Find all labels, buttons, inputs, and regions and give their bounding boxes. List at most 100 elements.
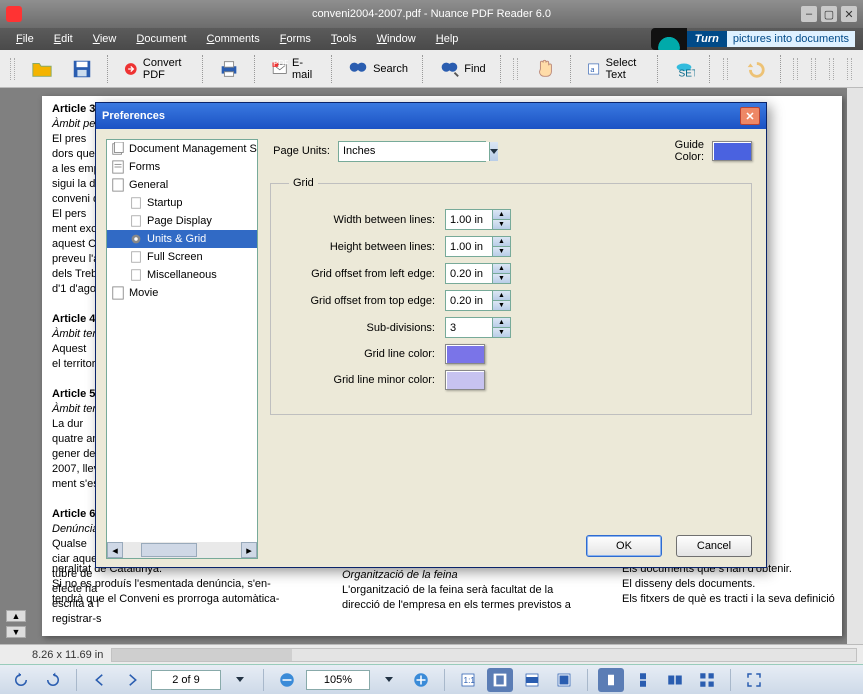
next-page-button[interactable] [119,668,145,692]
continuous-button[interactable] [630,668,656,692]
menu-file[interactable]: File [8,31,42,47]
dialog-titlebar[interactable]: Preferences ✕ [96,103,766,129]
toolbar-grip[interactable] [829,58,835,80]
promo-turn: Turn [687,31,727,47]
minimize-button[interactable]: – [801,6,817,22]
rotate-ccw-button[interactable] [8,668,34,692]
spin-down-icon[interactable]: ▼ [493,328,510,337]
zoom-in-button[interactable] [408,668,434,692]
window-title: conveni2004-2007.pdf - Nuance PDF Reader… [312,8,551,20]
menu-forms[interactable]: Forms [272,31,319,47]
category-page-display[interactable]: Page Display [107,212,257,230]
zoom-input[interactable] [306,670,370,690]
menu-tools[interactable]: Tools [323,31,365,47]
save-button[interactable] [64,54,100,84]
promo-banner[interactable]: Turn pictures into documents [651,28,855,50]
toolbar-grip[interactable] [811,58,817,80]
toolbar-grip[interactable] [847,58,853,80]
menu-bar: File Edit View Document Comments Forms T… [0,28,863,50]
menu-window[interactable]: Window [369,31,424,47]
spin-down-icon[interactable]: ▼ [493,301,510,310]
doc-heading: Article 6 [52,508,95,520]
spin-down-icon[interactable]: ▼ [493,274,510,283]
page-dropdown-button[interactable] [227,668,253,692]
category-document-management[interactable]: Document Management S [107,140,257,158]
print-button[interactable] [211,54,247,84]
category-forms[interactable]: Forms [107,158,257,176]
next-view-arrow-icon[interactable]: ▼ [6,626,26,638]
open-button[interactable] [24,54,60,84]
toolbar-grip[interactable] [513,58,519,80]
scroll-right-icon[interactable]: ▸ [241,542,257,558]
zoom-out-button[interactable] [274,668,300,692]
spin-up-icon[interactable]: ▲ [493,210,510,220]
page-number-input[interactable] [151,670,221,690]
facing-button[interactable] [662,668,688,692]
guide-color-swatch[interactable] [712,141,752,161]
actual-size-button[interactable]: 1:1 [455,668,481,692]
select-text-label: Select Text [606,57,643,81]
category-units-grid[interactable]: Units & Grid [107,230,257,248]
find-button[interactable]: Find [431,54,492,84]
email-button[interactable]: PDFE-mail [264,53,324,85]
scroll-left-icon[interactable]: ◂ [107,542,123,558]
spin-down-icon[interactable]: ▼ [493,247,510,256]
rotate-cw-button[interactable] [40,668,66,692]
top-offset-label: Grid offset from top edge: [289,295,435,307]
prev-page-button[interactable] [87,668,113,692]
cancel-button[interactable]: Cancel [676,535,752,557]
fit-width-button[interactable] [519,668,545,692]
page-units-combo[interactable] [338,141,486,162]
left-offset-spinner[interactable]: ▲▼ [445,263,511,284]
width-spinner[interactable]: ▲▼ [445,209,511,230]
category-startup[interactable]: Startup [107,194,257,212]
category-movie[interactable]: Movie [107,284,257,302]
close-button[interactable]: ✕ [841,6,857,22]
category-miscellaneous[interactable]: Miscellaneous [107,266,257,284]
category-hscrollbar[interactable]: ◂ ▸ [107,542,257,558]
grid-minor-color-swatch[interactable] [445,370,485,390]
height-spinner[interactable]: ▲▼ [445,236,511,257]
ok-button[interactable]: OK [586,535,662,557]
search-button[interactable]: Search [340,54,415,84]
toolbar-grip[interactable] [793,58,799,80]
select-text-button[interactable]: aSelect Text [579,53,650,85]
dropdown-icon[interactable] [489,142,498,161]
vertical-scrollbar[interactable] [847,88,863,644]
dialog-close-button[interactable]: ✕ [740,107,760,125]
width-label: Width between lines: [289,214,435,226]
set-button[interactable]: SET [666,54,702,84]
maximize-button[interactable]: ▢ [821,6,837,22]
fit-page-button[interactable] [487,668,513,692]
page-units-value[interactable] [339,142,489,161]
menu-edit[interactable]: Edit [46,31,81,47]
menu-help[interactable]: Help [428,31,467,47]
top-offset-spinner[interactable]: ▲▼ [445,290,511,311]
continuous-facing-button[interactable] [694,668,720,692]
toolbar-grip[interactable] [723,58,729,80]
grid-color-swatch[interactable] [445,344,485,364]
toolbar-grip[interactable] [10,58,16,80]
subdivisions-spinner[interactable]: ▲▼ [445,317,511,338]
fullscreen-button[interactable] [741,668,767,692]
single-page-button[interactable] [598,668,624,692]
convert-pdf-button[interactable]: Convert PDF [116,53,195,85]
spin-up-icon[interactable]: ▲ [493,291,510,301]
dialog-title: Preferences [102,110,165,122]
menu-comments[interactable]: Comments [199,31,268,47]
spin-down-icon[interactable]: ▼ [493,220,510,229]
fit-visible-button[interactable] [551,668,577,692]
category-full-screen[interactable]: Full Screen [107,248,257,266]
zoom-dropdown-button[interactable] [376,668,402,692]
spin-up-icon[interactable]: ▲ [493,318,510,328]
spin-up-icon[interactable]: ▲ [493,264,510,274]
hand-tool-button[interactable] [527,54,563,84]
undo-button[interactable] [737,54,773,84]
category-general[interactable]: General [107,176,257,194]
menu-view[interactable]: View [85,31,125,47]
spin-up-icon[interactable]: ▲ [493,237,510,247]
prev-view-arrow-icon[interactable]: ▲ [6,610,26,622]
menu-document[interactable]: Document [128,31,194,47]
horizontal-scrollbar[interactable] [111,648,857,662]
category-list[interactable]: Document Management S Forms General Star… [106,139,258,559]
